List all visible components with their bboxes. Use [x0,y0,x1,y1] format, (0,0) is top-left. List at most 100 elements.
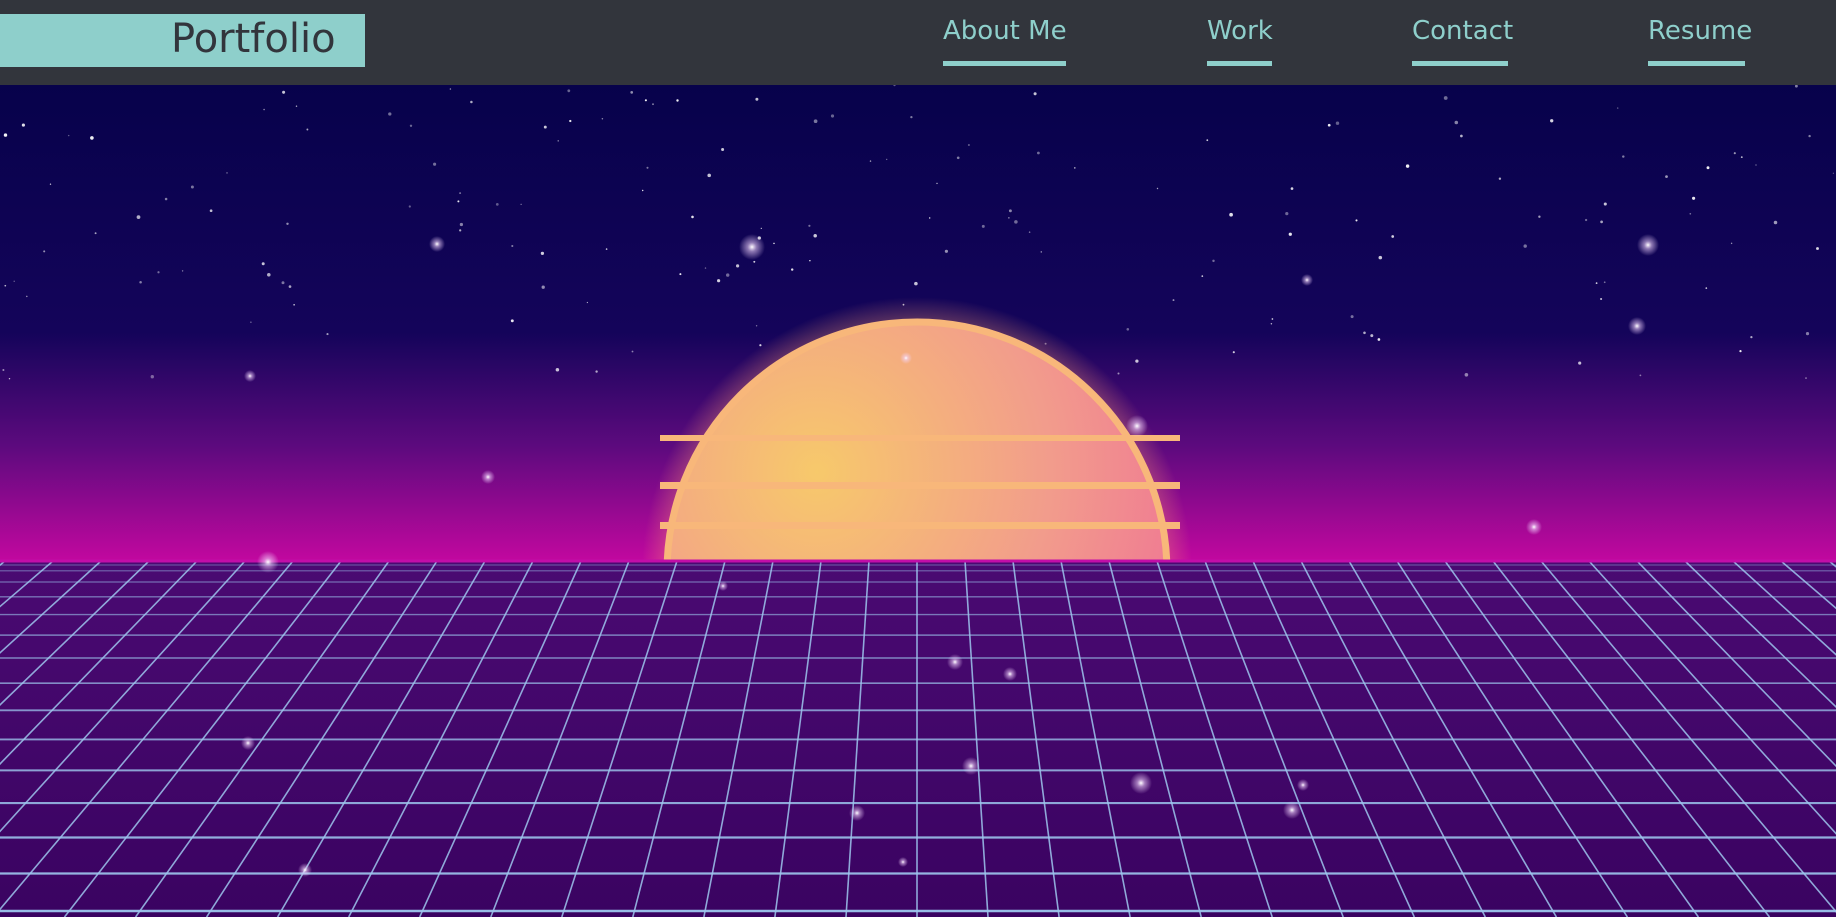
glow-particle [718,581,728,591]
star [1622,155,1625,158]
star [1603,202,1607,206]
star [459,192,462,195]
star [3,133,8,137]
star [49,183,52,185]
star [1117,372,1120,375]
star [707,173,711,178]
glow-particle [1301,274,1313,286]
star [250,321,252,324]
star [717,279,721,283]
nav-link-resume[interactable]: Resume [1648,16,1752,66]
glow-particle [739,234,765,260]
glow-particle [1126,415,1148,437]
star [1740,156,1743,159]
glow-particle [849,805,865,821]
star [691,215,694,219]
star [1172,299,1175,302]
star [164,197,168,201]
star [43,250,46,253]
brand-title: Portfolio [171,16,336,62]
star [261,262,265,266]
star [295,105,298,107]
star [449,88,452,90]
star [791,268,794,271]
star [869,160,872,162]
star [190,185,194,189]
star [1750,335,1753,339]
star [1600,220,1603,224]
star [263,108,265,111]
nav-link-work[interactable]: Work [1207,16,1273,66]
star [1595,282,1598,284]
star [601,118,604,120]
star [1816,247,1819,250]
star [1363,331,1366,335]
star [1391,235,1395,238]
star [388,112,392,116]
star [1156,187,1159,190]
glow-particle [241,736,255,750]
hero-background-illustration [0,85,1836,917]
star [1665,175,1668,178]
star [1616,107,1619,109]
star [459,229,462,232]
nav-link-about-me[interactable]: About Me [943,16,1067,66]
star [181,270,184,272]
star [1498,177,1502,180]
star [288,285,292,288]
star [1008,217,1010,219]
star [936,182,938,185]
star [586,301,589,304]
star [1808,134,1811,138]
glow-particle [947,654,963,670]
star [1370,334,1374,338]
star [569,119,572,123]
star [520,203,522,205]
brand-logo[interactable]: Portfolio [0,14,365,67]
star [1290,187,1294,190]
star [286,222,289,226]
star [1378,255,1383,260]
star [21,123,25,127]
star [281,281,285,285]
star [157,271,160,274]
star [1232,351,1235,354]
star [914,281,918,286]
star [1773,220,1778,225]
star [1212,259,1215,263]
star [1271,318,1274,320]
star [1327,123,1331,127]
star [1578,361,1582,365]
star [1040,251,1043,253]
star [886,158,888,161]
glow-particle [429,236,445,252]
star [267,273,271,277]
star [13,280,15,282]
star [704,267,707,269]
star [139,280,142,284]
star [1074,167,1076,169]
star [1730,242,1733,245]
star [1126,328,1130,331]
star [1705,287,1708,289]
glow-particle [900,352,912,364]
nav-link-contact[interactable]: Contact [1412,16,1513,66]
star [652,103,654,106]
star [1755,164,1757,166]
star [631,350,634,353]
star [809,259,811,262]
star [226,172,228,174]
star [26,295,28,298]
star [306,128,309,131]
star [567,89,571,93]
star [433,162,437,166]
star [1689,212,1692,215]
star [1464,372,1469,377]
star [813,233,817,238]
star [1706,166,1710,170]
star [644,99,647,102]
star [736,264,740,268]
glow-particle [1283,801,1301,819]
star [4,284,7,287]
star [726,273,730,277]
